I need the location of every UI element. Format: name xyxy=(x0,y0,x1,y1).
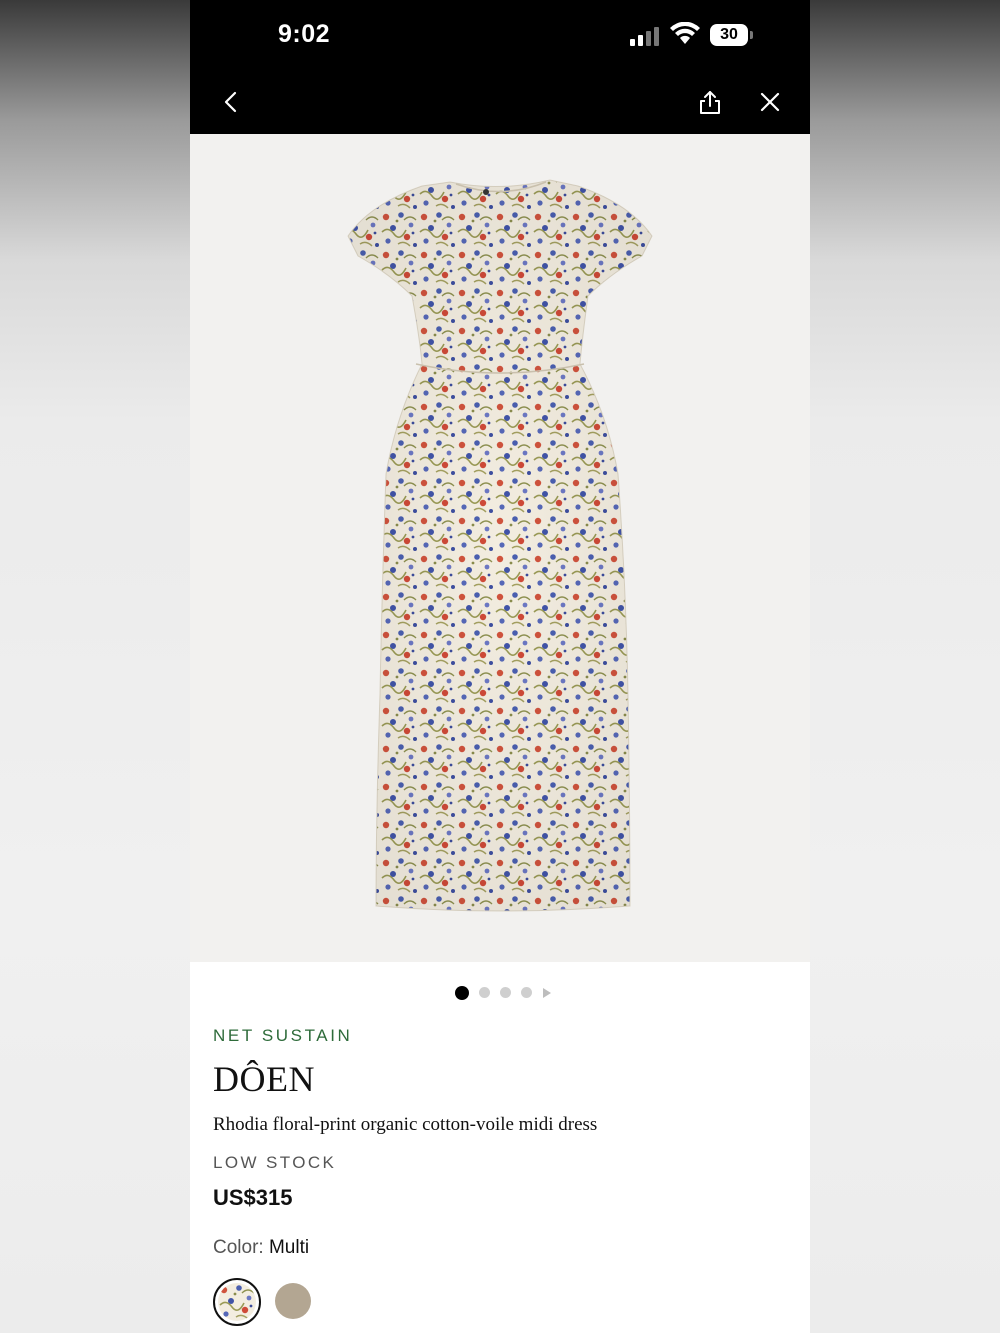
status-bar: 9:02 30 xyxy=(190,0,810,70)
swatch-taupe[interactable] xyxy=(275,1283,311,1319)
wifi-icon xyxy=(670,22,700,44)
color-label: Color: xyxy=(213,1237,264,1258)
battery-icon: 30 xyxy=(710,24,753,46)
product-info: NET SUSTAIN DÔEN Rhodia floral-print org… xyxy=(213,1026,793,1259)
product-title: Rhodia floral-print organic cotton-voile… xyxy=(213,1114,598,1135)
floral-swatch-image xyxy=(218,1283,256,1321)
pagination-dot-2[interactable] xyxy=(478,987,490,999)
gallery-pagination[interactable] xyxy=(190,984,810,1004)
pagination-next-icon[interactable] xyxy=(542,987,551,998)
swatch-multi[interactable] xyxy=(213,1278,261,1326)
status-time: 9:02 xyxy=(278,20,331,48)
app-screen: 9:02 30 NET SUSTAIN DÔEN Rhodia floral-p… xyxy=(190,0,810,1333)
dress-image xyxy=(347,179,653,912)
stock-status: LOW STOCK xyxy=(213,1153,337,1172)
top-nav-bar xyxy=(190,70,810,134)
product-price: US$315 xyxy=(213,1185,293,1210)
share-icon[interactable] xyxy=(694,86,726,118)
color-value: Multi xyxy=(268,1237,310,1258)
chevron-left-icon[interactable] xyxy=(216,86,248,118)
pagination-dot-3[interactable] xyxy=(499,987,511,999)
product-image[interactable] xyxy=(190,134,810,962)
battery-level: 30 xyxy=(710,24,748,46)
close-icon[interactable] xyxy=(754,86,786,118)
pagination-dot-4[interactable] xyxy=(520,987,532,999)
pagination-dot-1[interactable] xyxy=(454,985,469,1000)
cellular-signal-icon xyxy=(630,27,659,46)
brand-name[interactable]: DÔEN xyxy=(213,1058,793,1100)
net-sustain-badge[interactable]: NET SUSTAIN xyxy=(213,1026,793,1046)
color-selection: Color: Multi xyxy=(213,1237,793,1259)
